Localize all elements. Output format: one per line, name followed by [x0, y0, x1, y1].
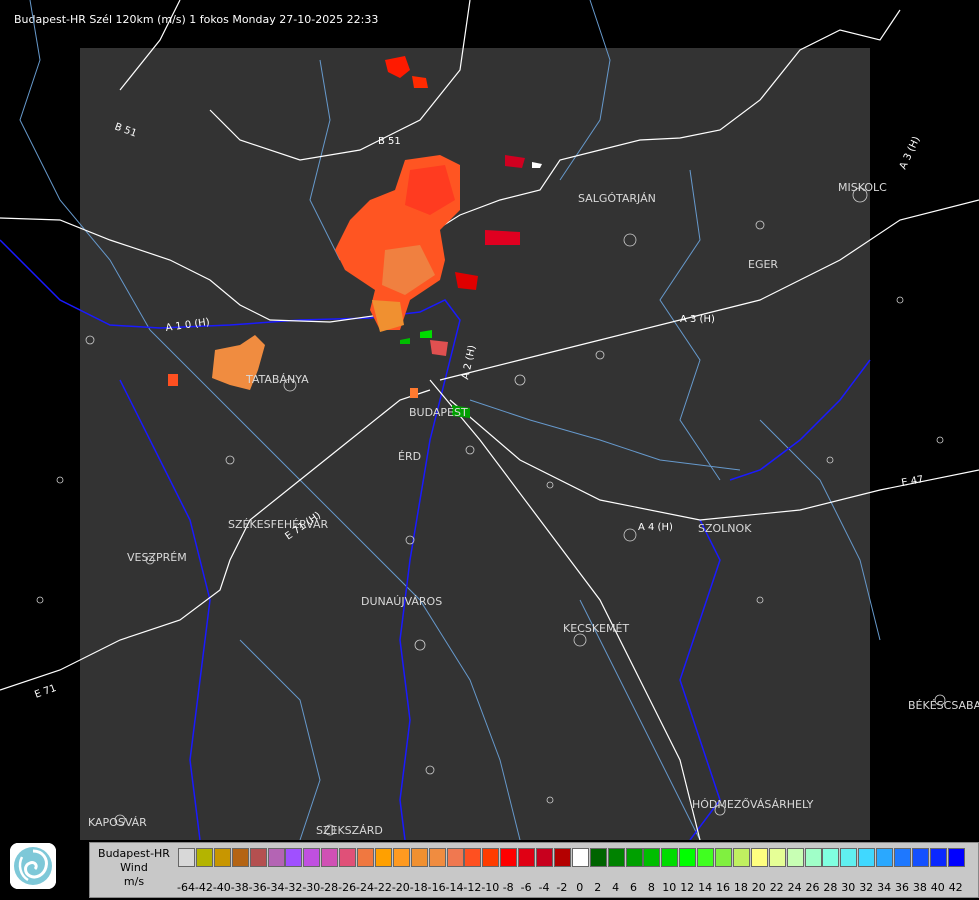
legend-quantity: Wind [120, 861, 148, 874]
city-label-dunaujvaros: DUNAÚJVÁROS [361, 595, 442, 608]
legend-swatch [894, 848, 911, 867]
city-label-szolnok: SZOLNOK [698, 522, 752, 535]
legend-swatch [464, 848, 482, 867]
legend-swatch [929, 848, 947, 867]
legend-value: 42 [948, 881, 963, 894]
city-label-bekescsaba: BÉKÉSCSABA [908, 699, 979, 712]
legend-swatch [822, 848, 840, 867]
road-label-a3-north: A 3 (H) [898, 135, 923, 171]
legend-swatch [661, 848, 679, 867]
legend-swatch [715, 848, 732, 867]
legend-swatch [643, 848, 661, 867]
legend-swatch [553, 848, 571, 867]
road-label-a3: A 3 (H) [680, 314, 715, 325]
city-label-kaposvar: KAPOSVÁR [88, 816, 147, 829]
legend-swatch [195, 848, 213, 867]
legend-swatch [911, 848, 929, 867]
legend-swatch [750, 848, 768, 867]
legend-swatch [339, 848, 357, 867]
city-label-budapest: BUDAPEST [409, 406, 468, 419]
city-label-veszprem: VESZPRÉM [127, 551, 187, 564]
city-label-eger: EGER [748, 258, 778, 271]
city-label-salgotarjan: SALGÓTARJÁN [578, 192, 656, 205]
legend-swatch [410, 848, 428, 867]
city-label-tatabanya: TATABÁNYA [245, 373, 309, 386]
legend-swatch [679, 848, 697, 867]
legend-swatch [446, 848, 464, 867]
legend-unit: m/s [123, 875, 145, 888]
city-label-szekszard: SZEKSZÁRD [316, 824, 383, 837]
legend-swatch [858, 848, 876, 867]
legend-radar-name: Budapest-HR [98, 847, 170, 860]
swirl-logo-icon [10, 843, 56, 889]
city-label-miskolc: MISKOLC [838, 181, 887, 194]
color-legend: Budapest-HR Wind m/s -64 -42 -40 -38 -36 -34-… [89, 842, 979, 898]
legend-swatch [357, 848, 374, 867]
legend-swatch [321, 848, 339, 867]
road-label-e47: E 47 [901, 474, 925, 489]
radar-coverage-area [80, 48, 870, 840]
road-label-a4: A 4 (H) [638, 522, 673, 533]
legend-swatch [213, 848, 231, 867]
legend-swatch [768, 848, 786, 867]
legend-swatch [249, 848, 267, 867]
legend-swatch [500, 848, 518, 867]
legend-swatch [876, 848, 894, 867]
city-label-erd: ÉRD [398, 450, 421, 463]
legend-swatch [518, 848, 536, 867]
legend-swatch [536, 848, 553, 867]
legend-swatch [303, 848, 321, 867]
legend-swatch [482, 848, 500, 867]
legend-swatch [625, 848, 643, 867]
legend-swatch [392, 848, 410, 867]
city-label-hodmezovasarhely: HÓDMEZŐVÁSÁRHELY [692, 797, 814, 811]
legend-swatch [697, 848, 715, 867]
legend-swatch [231, 848, 249, 867]
legend-swatch [732, 848, 750, 867]
legend-swatch [571, 848, 589, 867]
legend-swatch [804, 848, 822, 867]
omsz-logo [10, 843, 56, 889]
legend-swatch [947, 848, 965, 867]
legend-swatch [428, 848, 446, 867]
legend-swatch [840, 848, 858, 867]
radar-map[interactable]: SALGÓTARJÁN MISKOLC EGER TATABÁNYA BUDAP… [0, 0, 979, 840]
road-label-e71-south: E 71 [33, 683, 58, 701]
legend-swatch [178, 848, 195, 867]
city-label-kecskemet: KECSKEMÉT [563, 622, 629, 635]
legend-label: Budapest-HR Wind m/s [92, 847, 176, 889]
road-label-b51-east: B 51 [378, 136, 401, 147]
legend-swatch [267, 848, 285, 867]
legend-swatch [285, 848, 303, 867]
legend-swatch [589, 848, 607, 867]
legend-swatch [374, 848, 392, 867]
legend-swatch [786, 848, 804, 867]
legend-swatch [607, 848, 625, 867]
